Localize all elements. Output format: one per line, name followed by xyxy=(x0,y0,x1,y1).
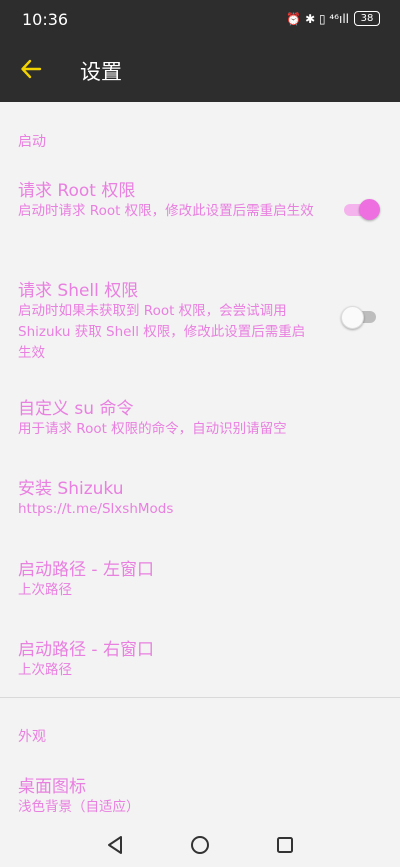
circle-home-icon[interactable] xyxy=(189,834,211,856)
pref-request-root[interactable]: 请求 Root 权限 启动时请求 Root 权限，修改此设置后需重启生效 xyxy=(0,168,400,246)
pref-custom-su-summary: 用于请求 Root 权限的命令，自动识别请留空 xyxy=(18,421,287,437)
pref-left-path-title: 启动路径 - 左窗口 xyxy=(18,560,154,580)
pref-right-path-title: 启动路径 - 右窗口 xyxy=(18,640,154,660)
status-indicators: ⏰ ✱ ▯ ⁴⁶ıll xyxy=(286,11,349,26)
pref-custom-su-title: 自定义 su 命令 xyxy=(18,399,134,419)
toggle-thumb xyxy=(359,199,380,220)
pref-desktop-icon[interactable]: 桌面图标 浅色背景（自适应） xyxy=(0,764,400,822)
pref-request-root-title: 请求 Root 权限 xyxy=(18,181,136,201)
pref-desktop-icon-title: 桌面图标 xyxy=(18,777,86,797)
pref-install-shizuku[interactable]: 安装 Shizuku https://t.me/SlxshMods xyxy=(0,466,400,526)
system-nav-bar xyxy=(0,822,400,867)
pref-custom-su[interactable]: 自定义 su 命令 用于请求 Root 权限的命令，自动识别请留空 xyxy=(0,386,400,446)
section-divider xyxy=(0,697,400,698)
battery-icon: 38 xyxy=(354,11,380,26)
pref-left-path[interactable]: 启动路径 - 左窗口 上次路径 xyxy=(0,547,400,607)
status-icons: ⏰ ✱ ▯ ⁴⁶ıll 38 xyxy=(286,11,380,26)
pref-left-path-summary: 上次路径 xyxy=(18,582,72,598)
request-root-toggle[interactable] xyxy=(342,198,380,220)
pref-request-shell-summary: 启动时如果未获取到 Root 权限，会尝试调用 Shizuku 获取 Shell… xyxy=(18,303,306,361)
pref-request-shell[interactable]: 请求 Shell 权限 启动时如果未获取到 Root 权限，会尝试调用 Shiz… xyxy=(0,268,400,368)
page-title: 设置 xyxy=(80,60,122,84)
triangle-back-icon[interactable] xyxy=(104,834,126,856)
pref-install-shizuku-title: 安装 Shizuku xyxy=(18,479,124,499)
arrow-left-icon[interactable] xyxy=(20,58,42,80)
request-shell-toggle[interactable] xyxy=(341,305,378,329)
settings-list: 启动 请求 Root 权限 启动时请求 Root 权限，修改此设置后需重启生效 … xyxy=(0,102,400,822)
pref-request-root-summary: 启动时请求 Root 权限，修改此设置后需重启生效 xyxy=(18,203,314,219)
category-appearance-header: 外观 xyxy=(18,729,46,745)
status-bar: 10:36 ⏰ ✱ ▯ ⁴⁶ıll 38 xyxy=(0,0,400,38)
pref-right-path[interactable]: 启动路径 - 右窗口 上次路径 xyxy=(0,627,400,687)
pref-request-shell-title: 请求 Shell 权限 xyxy=(18,281,139,301)
pref-right-path-summary: 上次路径 xyxy=(18,662,72,678)
status-time: 10:36 xyxy=(22,10,69,29)
pref-install-shizuku-summary[interactable]: https://t.me/SlxshMods xyxy=(18,499,318,520)
app-bar: 设置 xyxy=(0,38,400,102)
square-recents-icon[interactable] xyxy=(274,834,296,856)
pref-desktop-icon-summary: 浅色背景（自适应） xyxy=(18,799,140,815)
toggle-thumb xyxy=(341,306,364,329)
category-startup-header: 启动 xyxy=(18,134,46,150)
